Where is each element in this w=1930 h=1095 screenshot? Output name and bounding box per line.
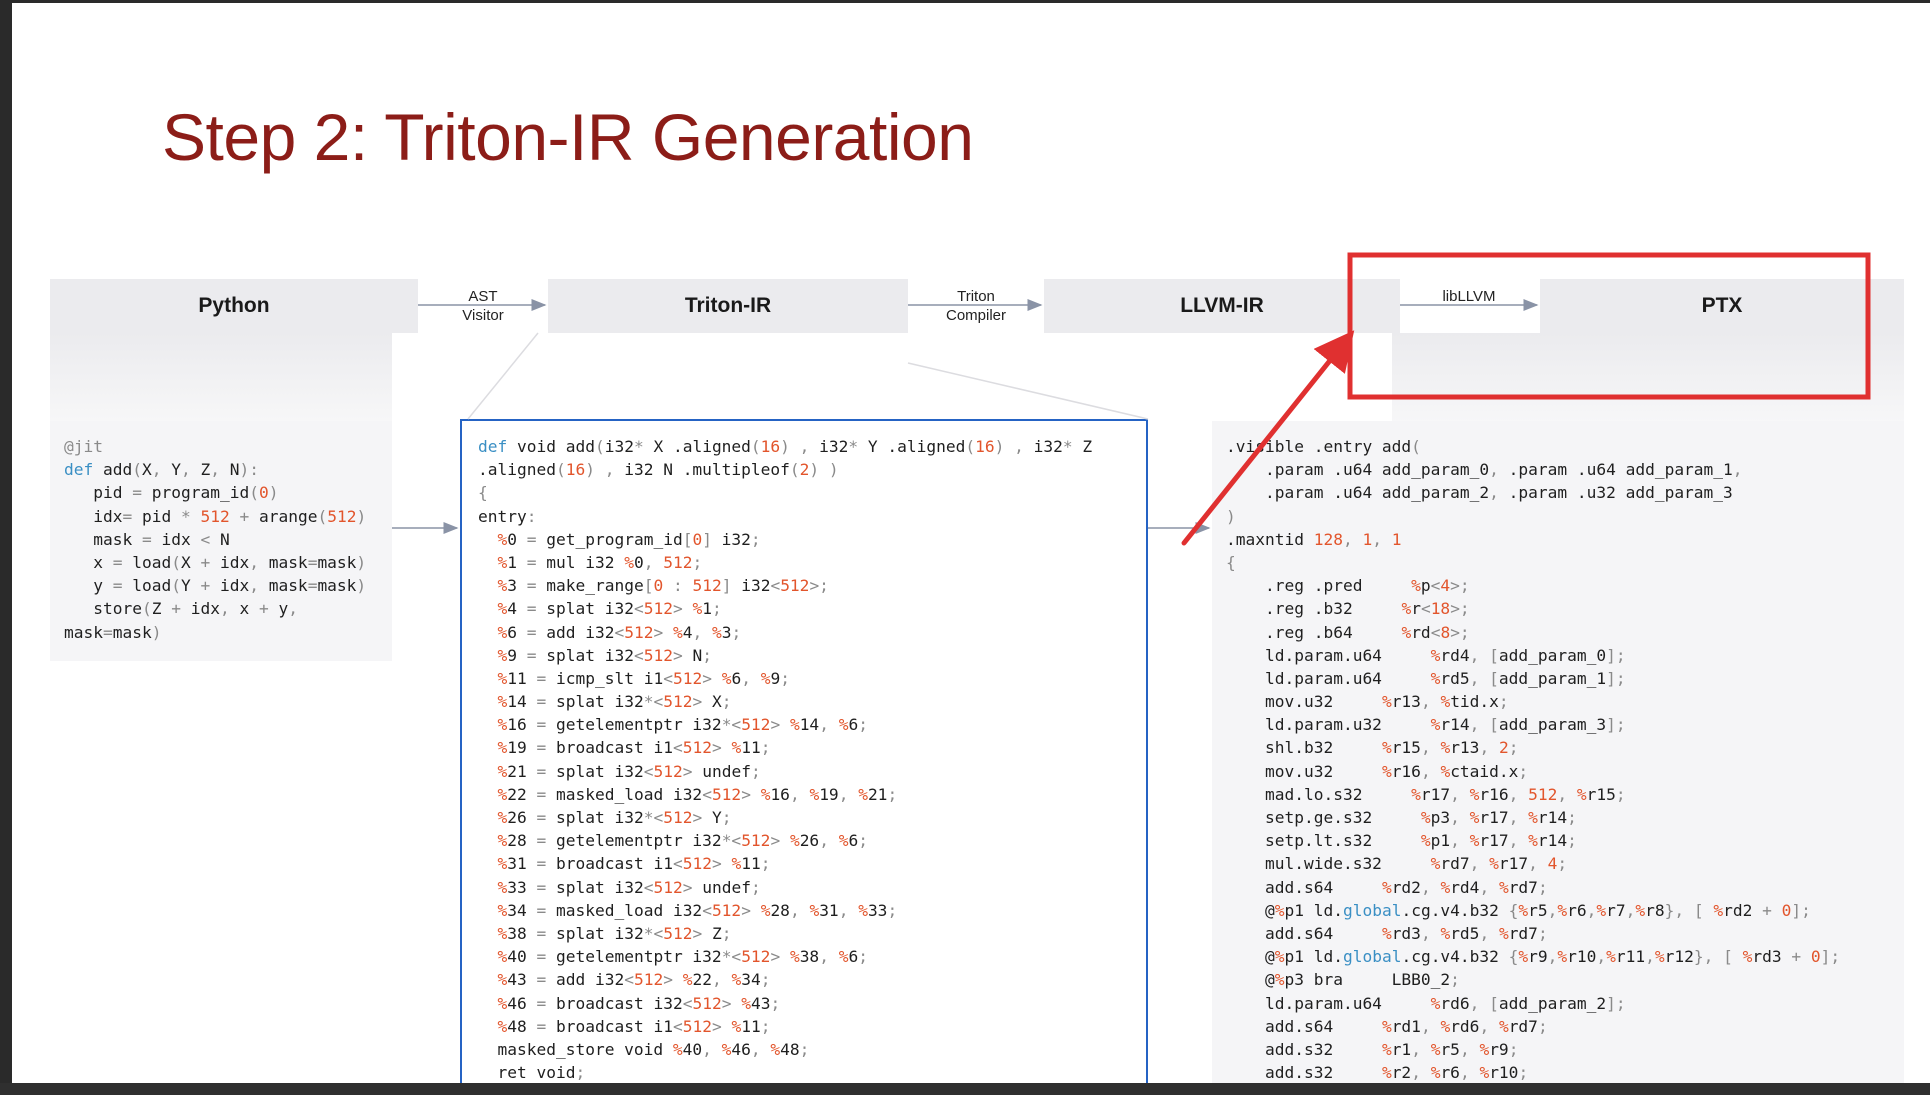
highlight-arrow [1181,330,1355,546]
window-bottom-bar [0,1083,1930,1095]
zoom-line-left [467,332,539,420]
diagram-overlay [392,252,1871,546]
slide: Step 2: Triton-IR Generation Python Trit… [12,3,1930,1083]
zoom-line-right [907,362,1149,420]
ptx-highlight-box [1347,252,1871,400]
